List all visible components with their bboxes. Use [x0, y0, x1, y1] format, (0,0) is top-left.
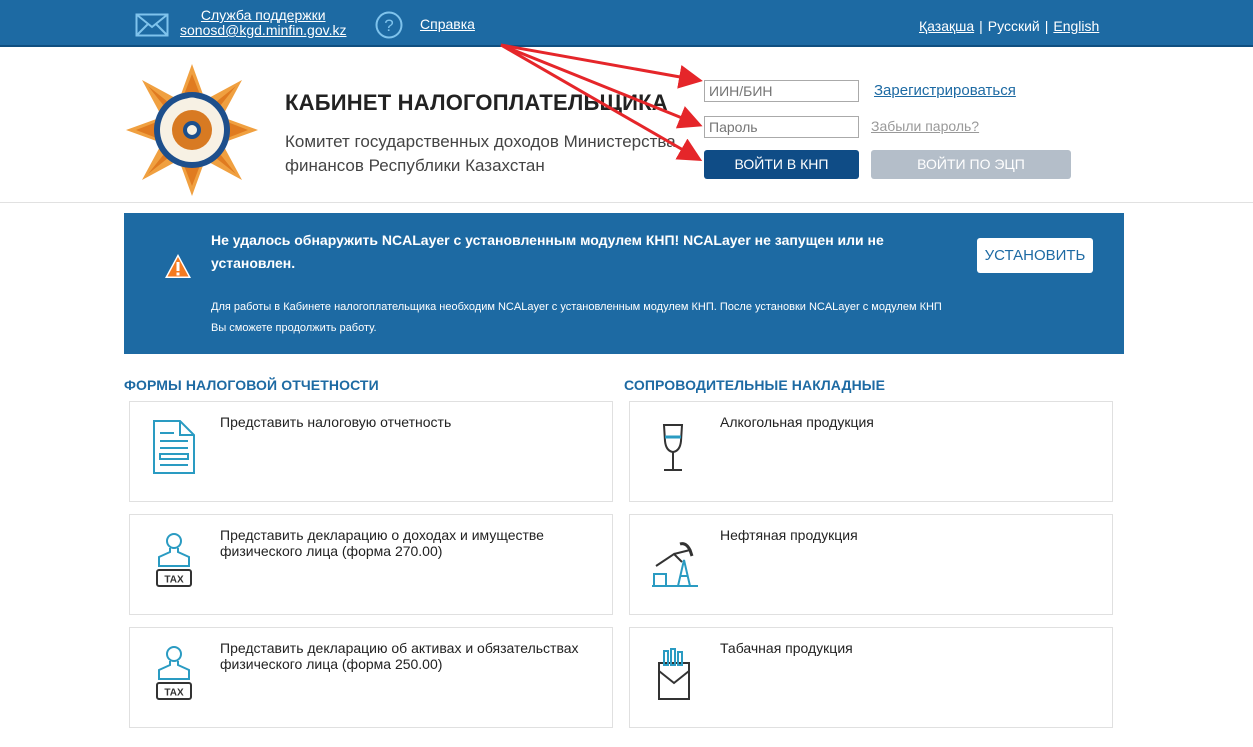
card-declaration-250[interactable]: TAX Представить декларацию об активах и …	[129, 627, 613, 728]
card-tax-report[interactable]: Представить налоговую отчетность	[129, 401, 613, 502]
ncalayer-notice: Не удалось обнаружить NCALayer с установ…	[124, 213, 1124, 354]
committee-emblem-logo	[126, 64, 258, 196]
login-ecp-button[interactable]: ВОЙТИ ПО ЭЦП	[871, 150, 1071, 179]
person-tax-icon: TAX	[156, 533, 192, 587]
tax-badge-text: TAX	[164, 575, 184, 586]
card-label: Представить налоговую отчетность	[220, 414, 452, 430]
person-tax-icon: TAX	[156, 646, 192, 700]
document-icon	[153, 420, 195, 474]
cigarette-pack-icon	[658, 648, 690, 700]
install-button[interactable]: УСТАНОВИТЬ	[977, 238, 1093, 273]
support-email-link[interactable]: sonosd@kgd.minfin.gov.kz	[180, 23, 346, 38]
waybills-heading: СОПРОВОДИТЕЛЬНЫЕ НАКЛАДНЫЕ	[624, 377, 886, 393]
tax-badge-text: TAX	[164, 688, 184, 699]
card-label: Представить декларацию об активах и обяз…	[220, 640, 579, 672]
support-label[interactable]: Служба поддержки	[180, 8, 346, 23]
annotation-arrows	[500, 43, 703, 161]
oil-pump-icon	[652, 542, 698, 587]
arrow-to-password	[500, 43, 703, 129]
lang-english[interactable]: English	[1053, 18, 1099, 34]
mail-icon[interactable]	[135, 13, 169, 37]
card-label: Нефтяная продукция	[720, 527, 858, 543]
card-alcohol[interactable]: Алкогольная продукция	[629, 401, 1113, 502]
login-knp-button[interactable]: ВОЙТИ В КНП	[704, 150, 859, 179]
help-icon[interactable]: ?	[375, 11, 403, 39]
svg-text:?: ?	[384, 16, 393, 35]
lang-separator: |	[1044, 18, 1049, 34]
password-input[interactable]	[704, 116, 859, 138]
language-switcher: Қазақша | Русский | English	[919, 18, 1099, 34]
notice-title: Не удалось обнаружить NCALayer с установ…	[211, 232, 884, 271]
warning-icon	[165, 254, 191, 278]
register-link[interactable]: Зарегистрироваться	[874, 82, 1016, 99]
forgot-password-link[interactable]: Забыли пароль?	[871, 118, 979, 134]
lang-kazakh[interactable]: Қазақша	[919, 18, 974, 34]
notice-text: Для работы в Кабинете налогоплательщика …	[211, 301, 942, 334]
header-divider	[0, 202, 1253, 203]
wine-glass-icon	[662, 424, 684, 471]
tax-forms-heading: ФОРМЫ НАЛОГОВОЙ ОТЧЕТНОСТИ	[124, 377, 379, 393]
iin-bin-input[interactable]	[704, 80, 859, 102]
support-contact[interactable]: Служба поддержки sonosd@kgd.minfin.gov.k…	[180, 8, 346, 38]
card-oil[interactable]: Нефтяная продукция	[629, 514, 1113, 615]
lang-separator: |	[979, 18, 983, 34]
card-label: Табачная продукция	[720, 640, 853, 656]
card-tobacco[interactable]: Табачная продукция	[629, 627, 1113, 728]
card-label: Представить декларацию о доходах и имуще…	[220, 527, 544, 559]
lang-russian[interactable]: Русский	[988, 18, 1040, 34]
help-link[interactable]: Справка	[420, 16, 475, 32]
card-label: Алкогольная продукция	[720, 414, 874, 430]
card-declaration-270[interactable]: TAX Представить декларацию о доходах и и…	[129, 514, 613, 615]
